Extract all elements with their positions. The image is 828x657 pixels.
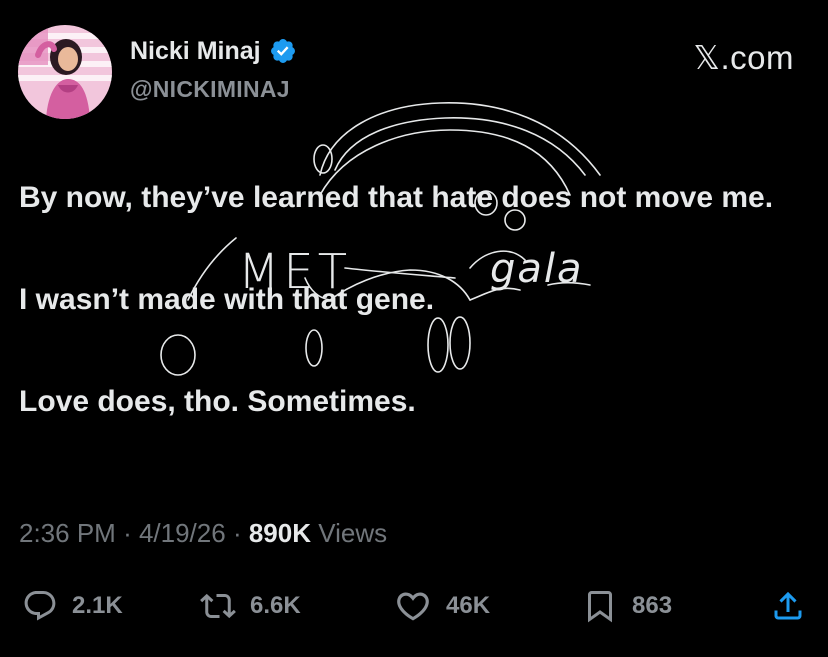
like-count: 46K: [446, 592, 491, 619]
tweet-line: Love does, tho. Sometimes.: [19, 385, 416, 418]
repost-count: 6.6K: [250, 592, 301, 619]
avatar-image: [18, 25, 112, 119]
tweet-date[interactable]: 4/19/26: [139, 518, 226, 548]
share-button[interactable]: [770, 586, 806, 626]
share-icon: [774, 591, 802, 620]
bookmark-icon: [588, 591, 612, 623]
views-count: 890K: [248, 518, 311, 548]
reply-button[interactable]: 2.1K: [22, 586, 123, 626]
meta-separator: ·: [123, 518, 139, 548]
repost-icon: [200, 593, 236, 619]
meta-separator: ·: [232, 518, 249, 548]
bookmark-count: 863: [632, 592, 673, 619]
author-handle[interactable]: @NICKIMINAJ: [130, 76, 290, 103]
tweet-line: I wasn’t made with that gene.: [19, 283, 435, 316]
tweet-time[interactable]: 2:36 PM: [19, 518, 116, 548]
brand-logo: 𝕏.com: [693, 39, 794, 76]
reply-count: 2.1K: [72, 592, 123, 619]
avatar[interactable]: [18, 25, 112, 119]
reply-icon: [24, 591, 56, 621]
bookmark-button[interactable]: 863: [582, 586, 672, 626]
author-name[interactable]: Nicki Minaj: [130, 37, 261, 66]
tweet-line: By now, they’ve learned that hate does n…: [19, 181, 774, 214]
author-row: Nicki Minaj: [130, 33, 297, 69]
tweet-meta: 2:36 PM · 4/19/26 · 890K Views: [19, 518, 387, 549]
action-bar: 2.1K 6.6K 46K 863: [22, 586, 812, 626]
repost-button[interactable]: 6.6K: [200, 586, 301, 626]
like-button[interactable]: 46K: [394, 586, 490, 626]
verified-badge-icon: [270, 39, 295, 63]
heart-icon: [397, 592, 429, 621]
views-label: Views: [318, 518, 388, 548]
tweet-body: By now, they’ve learned that hate does n…: [19, 172, 809, 427]
